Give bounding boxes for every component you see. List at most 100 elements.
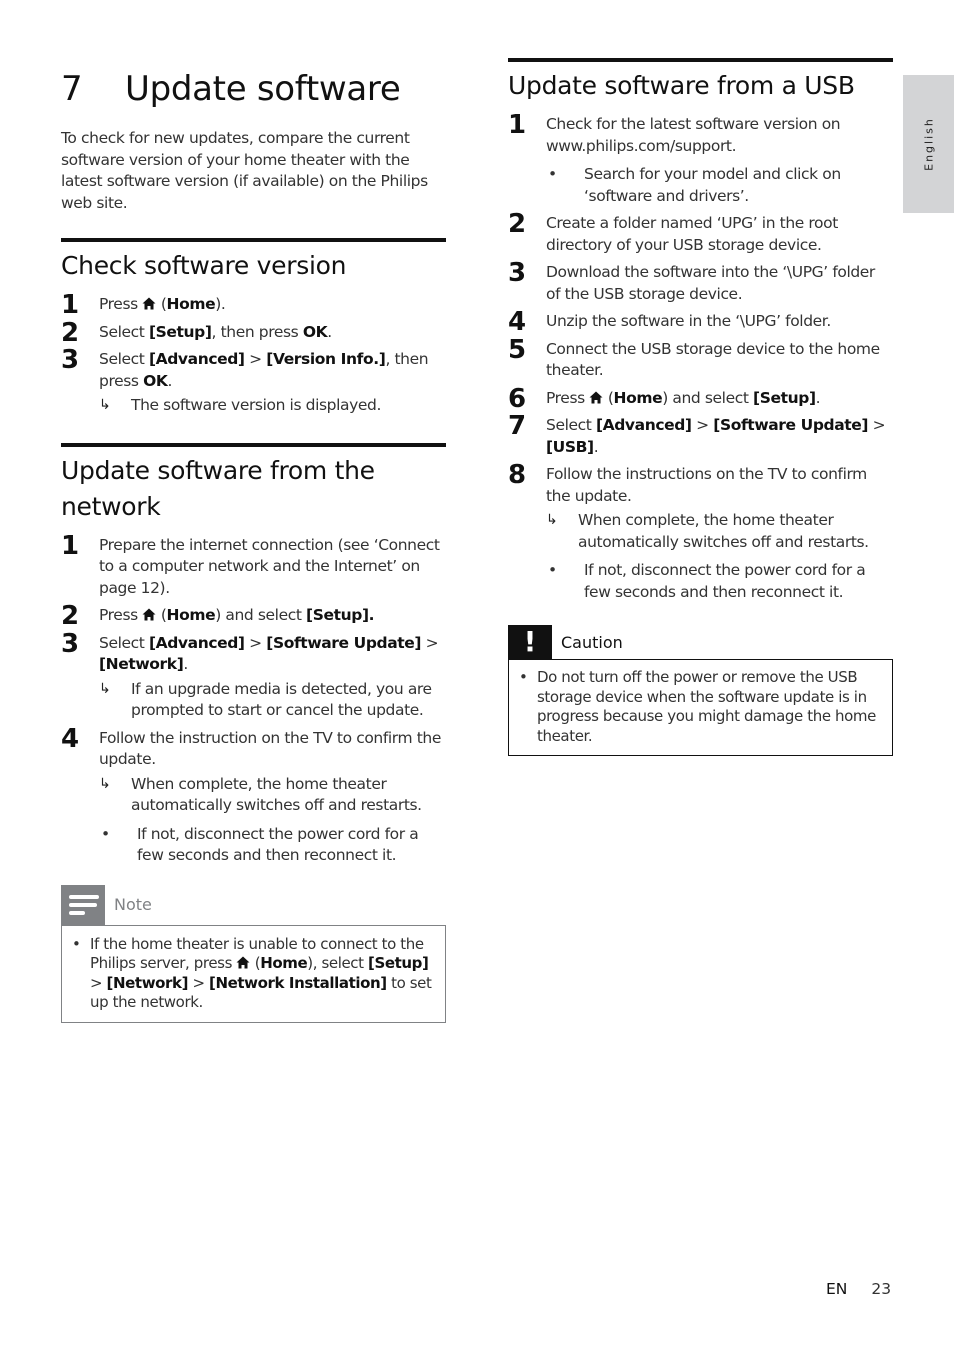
step-bullet: • If not, disconnect the power cord for a… bbox=[546, 560, 893, 603]
home-icon bbox=[142, 295, 156, 310]
step-text: Press (Home). bbox=[99, 295, 226, 313]
chapter-number: 7 bbox=[61, 69, 83, 109]
step-item: 6 Press (Home) and select [Setup]. bbox=[508, 384, 893, 414]
step-item: 1 Check for the latest software version o… bbox=[508, 110, 893, 207]
ui-term: Home bbox=[260, 954, 308, 972]
note-header: Note bbox=[61, 884, 446, 925]
caution-label: Caution bbox=[561, 632, 623, 652]
caution-box: ! Caution • Do not turn off the power or… bbox=[508, 625, 893, 756]
step-text: Follow the instruction on the TV to conf… bbox=[99, 728, 441, 769]
steps-list: 1 Press (Home). 2 Select [Setup], then pres… bbox=[61, 290, 446, 417]
step-text: Select [Setup], then press OK. bbox=[99, 322, 332, 341]
language-tab: English bbox=[903, 75, 954, 213]
step-item: 1 Prepare the internet connection (see ‘C… bbox=[61, 531, 446, 600]
page-footer: EN 23 bbox=[826, 1280, 891, 1298]
step-text: Select [Advanced] > [Software Update] > … bbox=[99, 633, 439, 674]
chapter-intro: To check for new updates, compare the cu… bbox=[61, 129, 428, 212]
ui-term: Home bbox=[166, 606, 216, 624]
step-number: 7 bbox=[508, 411, 526, 441]
step-text: Select [Advanced] > [Software Update] > … bbox=[546, 416, 886, 456]
bullet-icon: • bbox=[101, 824, 110, 843]
step-number: 3 bbox=[61, 345, 79, 375]
ui-term: [Setup] bbox=[753, 388, 816, 407]
step-bullet: • If not, disconnect the power cord for a… bbox=[99, 824, 446, 867]
step-result: ↳ The software version is displayed. bbox=[99, 395, 446, 417]
ui-term: [Setup] bbox=[368, 954, 429, 972]
step-number: 4 bbox=[508, 307, 526, 337]
ui-term: [Advanced] bbox=[148, 633, 245, 652]
step-number: 3 bbox=[508, 258, 526, 288]
steps-list: 1 Prepare the internet connection (see ‘C… bbox=[61, 531, 446, 867]
result-arrow-icon: ↳ bbox=[99, 397, 111, 413]
step-item: 4 Unzip the software in the ‘\UPG’ folder… bbox=[508, 307, 893, 337]
step-text: Follow the instructions on the TV to con… bbox=[546, 465, 867, 505]
section-check-software-version: Check software version 1 Press (Home). 2 Se… bbox=[61, 238, 446, 417]
step-text: Unzip the software in the ‘\UPG’ folder. bbox=[546, 312, 831, 330]
step-item: 7 Select [Advanced] > [Software Update] >… bbox=[508, 411, 893, 458]
result-arrow-icon: ↳ bbox=[99, 680, 111, 697]
home-icon bbox=[142, 606, 156, 621]
ui-term: [USB] bbox=[546, 437, 594, 456]
note-box: Note • If the home theater is unable to … bbox=[61, 884, 446, 1023]
caution-header: ! Caution bbox=[508, 625, 893, 659]
step-text: Check for the latest software version on… bbox=[546, 115, 841, 155]
step-text: Press (Home) and select [Setup]. bbox=[546, 388, 821, 407]
steps-list: 1 Check for the latest software version o… bbox=[508, 110, 893, 603]
step-text: Create a folder named ‘UPG’ in the root … bbox=[546, 214, 838, 254]
exclamation-icon: ! bbox=[508, 625, 552, 659]
ui-term: Home bbox=[166, 295, 216, 313]
ui-term: [Software Update] bbox=[266, 633, 422, 652]
step-item: 8 Follow the instructions on the TV to co… bbox=[508, 460, 893, 603]
step-text: Select [Advanced] > [Version Info.], the… bbox=[99, 350, 429, 390]
footer-language: EN bbox=[826, 1280, 848, 1298]
step-number: 1 bbox=[508, 110, 526, 140]
step-text: Prepare the internet connection (see ‘Co… bbox=[99, 535, 440, 597]
bullet-icon: • bbox=[72, 934, 81, 953]
right-column: Update software from a USB 1 Check for th… bbox=[508, 58, 893, 756]
step-item: 2 Select [Setup], then press OK. bbox=[61, 318, 446, 348]
bullet-icon: • bbox=[548, 165, 557, 183]
step-result: ↳ When complete, the home theater automat… bbox=[546, 510, 893, 553]
step-item: 2 Create a folder named ‘UPG’ in the root… bbox=[508, 209, 893, 256]
ui-term: [Setup]. bbox=[306, 606, 375, 624]
step-number: 5 bbox=[508, 334, 526, 365]
chapter-title: 7 Update software bbox=[61, 62, 446, 116]
step-result: ↳ If an upgrade media is detected, you ar… bbox=[99, 679, 446, 722]
section-heading: Update software from the network bbox=[61, 455, 375, 521]
step-number: 2 bbox=[508, 209, 526, 239]
ui-term: [Version Info.] bbox=[266, 350, 386, 368]
result-text: When complete, the home theater automati… bbox=[131, 774, 422, 815]
step-result: ↳ When complete, the home theater automat… bbox=[99, 774, 446, 817]
ui-term: [Network] bbox=[106, 973, 189, 992]
note-body: • If the home theater is unable to conne… bbox=[61, 924, 446, 1023]
note-text: If the home theater is unable to connect… bbox=[90, 934, 432, 1012]
step-number: 8 bbox=[508, 460, 526, 490]
step-text: Connect the USB storage device to the ho… bbox=[546, 339, 880, 380]
caution-text: Do not turn off the power or remove the … bbox=[537, 668, 876, 745]
ui-term: [Network Installation] bbox=[209, 973, 387, 992]
ui-term: [Network] bbox=[99, 655, 184, 673]
left-column: 7 Update software To check for new updat… bbox=[61, 62, 446, 1023]
step-text: Download the software into the ‘\UPG’ fo… bbox=[546, 263, 875, 303]
bullet-text: If not, disconnect the power cord for a … bbox=[137, 824, 419, 865]
section-heading: Update software from a USB bbox=[508, 71, 855, 100]
section-heading: Check software version bbox=[61, 251, 347, 280]
step-item: 5 Connect the USB storage device to the h… bbox=[508, 335, 893, 382]
page-number: 23 bbox=[871, 1280, 892, 1298]
step-item: 2 Press (Home) and select [Setup]. bbox=[61, 601, 446, 631]
bullet-icon: • bbox=[519, 668, 528, 686]
language-tab-label: English bbox=[922, 117, 935, 171]
section-update-from-network: Update software from the network 1 Prepar… bbox=[61, 442, 446, 1023]
step-bullet: • Search for your model and click on ‘sof… bbox=[546, 164, 893, 207]
bullet-text: Search for your model and click on ‘soft… bbox=[584, 165, 841, 205]
result-text: The software version is displayed. bbox=[131, 396, 381, 414]
ui-term: [Software Update] bbox=[713, 416, 869, 434]
step-number: 4 bbox=[61, 723, 79, 754]
result-text: If an upgrade media is detected, you are… bbox=[131, 679, 432, 720]
bullet-icon: • bbox=[548, 561, 557, 579]
step-number: 1 bbox=[61, 290, 79, 320]
note-label: Note bbox=[114, 895, 152, 914]
home-icon bbox=[589, 389, 603, 403]
ui-term: [Advanced] bbox=[148, 350, 245, 368]
ui-term: [Setup] bbox=[148, 322, 212, 341]
